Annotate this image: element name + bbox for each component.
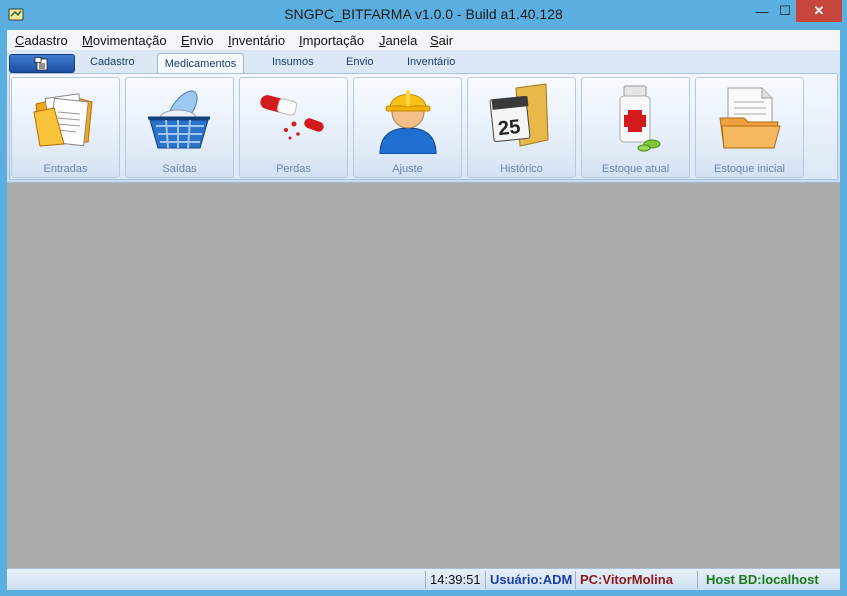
- menu-mnemonic: C: [15, 33, 25, 48]
- menu-label: adastro: [24, 33, 68, 48]
- menu-label: anela: [385, 33, 418, 48]
- saidas-button[interactable]: Saídas: [125, 77, 234, 178]
- menu-bar: Cadastro Movimentação Envio Inventário I…: [7, 30, 840, 51]
- menu-mnemonic: E: [181, 33, 190, 48]
- maximize-button[interactable]: ☐: [776, 0, 794, 22]
- menu-label: nventário: [231, 33, 286, 48]
- status-pc: PC:VitorMolina: [575, 571, 685, 589]
- application-menu-button[interactable]: [9, 54, 75, 73]
- tab-inventario[interactable]: Inventário: [407, 56, 455, 68]
- tool-label: Ajuste: [392, 163, 423, 175]
- tool-label: Entradas: [43, 163, 88, 175]
- estoque-atual-button[interactable]: Estoque atual: [581, 77, 690, 178]
- application-menu-icon: [34, 56, 48, 70]
- main-window: SNGPC_BITFARMA v1.0.0 - Build a1.40.128 …: [0, 0, 847, 596]
- menu-mnemonic: S: [430, 33, 439, 48]
- close-button[interactable]: ✕: [796, 0, 842, 22]
- tab-cadastro[interactable]: Cadastro: [90, 56, 135, 68]
- estoque-inicial-button[interactable]: Estoque inicial: [695, 77, 804, 178]
- tool-label: Perdas: [276, 163, 311, 175]
- tab-medicamentos[interactable]: Medicamentos: [157, 53, 244, 74]
- document-folder-icon: [719, 87, 781, 149]
- menu-label: mportação: [302, 33, 365, 48]
- documents-icon: [33, 93, 93, 147]
- status-user: Usuário:ADM: [485, 571, 575, 589]
- historico-button[interactable]: 25 Histórico: [467, 77, 576, 178]
- tool-label: Estoque atual: [601, 163, 670, 175]
- menu-cadastro[interactable]: Cadastro: [15, 33, 68, 48]
- tab-envio[interactable]: Envio: [346, 56, 374, 68]
- calendar-folder-icon: 25: [489, 83, 549, 147]
- tool-label: Saídas: [162, 163, 197, 175]
- menu-janela[interactable]: Janela: [379, 33, 417, 48]
- menu-mnemonic: M: [82, 33, 93, 48]
- menu-label: ovimentação: [92, 33, 167, 48]
- tool-label: Histórico: [500, 163, 543, 175]
- ribbon-panel-medicamentos: Entradas Saídas Perdas Ajuste 25 Históri…: [9, 73, 838, 180]
- perdas-button[interactable]: Perdas: [239, 77, 348, 178]
- minimize-button[interactable]: —: [748, 0, 776, 22]
- menu-sair[interactable]: Sair: [430, 33, 453, 48]
- status-message-area: [7, 569, 423, 591]
- menu-label: nvio: [189, 33, 214, 48]
- status-host: Host BD:localhost: [697, 571, 840, 589]
- tool-label: Estoque inicial: [714, 163, 785, 175]
- tab-insumos[interactable]: Insumos: [272, 56, 314, 68]
- pills-icon: [260, 95, 324, 140]
- menu-envio[interactable]: Envio: [181, 33, 214, 48]
- calendar-day: 25: [497, 116, 521, 140]
- window-title: SNGPC_BITFARMA v1.0.0 - Build a1.40.128: [284, 6, 563, 22]
- status-time: 14:39:51: [425, 571, 485, 589]
- menu-label: air: [438, 33, 454, 48]
- ajuste-button[interactable]: Ajuste: [353, 77, 462, 178]
- menu-movimentacao[interactable]: Movimentação: [82, 33, 167, 48]
- menu-importacao[interactable]: Importação: [299, 33, 364, 48]
- mdi-workspace[interactable]: [7, 183, 840, 568]
- worker-icon: [379, 90, 437, 154]
- basket-icon: [148, 90, 210, 149]
- title-bar[interactable]: SNGPC_BITFARMA v1.0.0 - Build a1.40.128 …: [0, 0, 847, 30]
- entradas-button[interactable]: Entradas: [11, 77, 120, 178]
- menu-inventario[interactable]: Inventário: [228, 33, 285, 48]
- ribbon: Cadastro Medicamentos Insumos Envio Inve…: [7, 51, 840, 183]
- status-bar: 14:39:51 Usuário:ADM PC:VitorMolina Host…: [7, 568, 840, 590]
- medicine-bottle-icon: [619, 85, 661, 152]
